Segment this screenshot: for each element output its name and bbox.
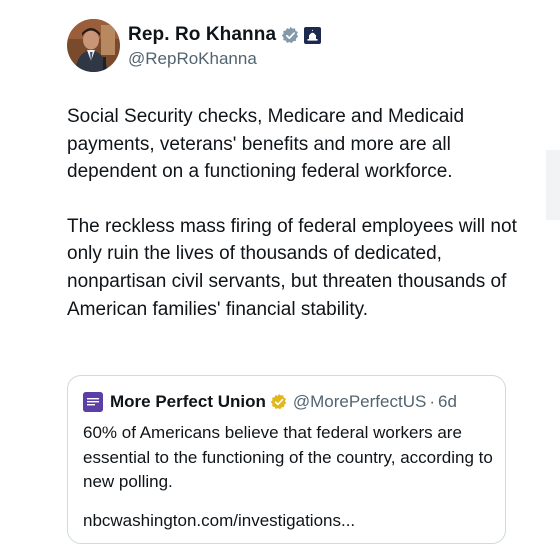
quoted-tweet-text: 60% of Americans believe that federal wo… [83,423,493,491]
quoted-tweet-link[interactable]: nbcwashington.com/investigations... [83,511,355,531]
quoted-author-name[interactable]: More Perfect Union [110,392,266,412]
capitol-building-icon [304,26,322,44]
quoted-tweet-timestamp[interactable]: 6d [438,392,457,412]
separator-dot: · [429,392,435,411]
tweet-header: Rep. Ro Khanna @RepRoKhanna [67,19,527,75]
author-handle[interactable]: @RepRoKhanna [128,49,321,69]
quoted-tweet-header: More Perfect Union @MorePerfectUS · 6d [83,391,457,413]
quoted-author-avatar[interactable] [83,392,103,412]
tweet-paragraph: The reckless mass firing of federal empl… [67,215,517,320]
tweet-body: Social Security checks, Medicare and Med… [67,103,527,323]
author-display-name[interactable]: Rep. Ro Khanna [128,24,276,46]
tweet-paragraph: Social Security checks, Medicare and Med… [67,106,465,183]
author-name-block: Rep. Ro Khanna @RepRoKhanna [128,23,322,69]
side-shade [546,150,560,220]
verified-badge-icon [281,26,300,45]
author-avatar[interactable] [67,19,120,72]
author-name-row: Rep. Ro Khanna [128,23,322,47]
verified-badge-icon [270,393,288,411]
quoted-author-handle[interactable]: @MorePerfectUS [293,392,426,412]
quoted-tweet-card[interactable]: More Perfect Union @MorePerfectUS · 6d 6… [67,375,506,544]
